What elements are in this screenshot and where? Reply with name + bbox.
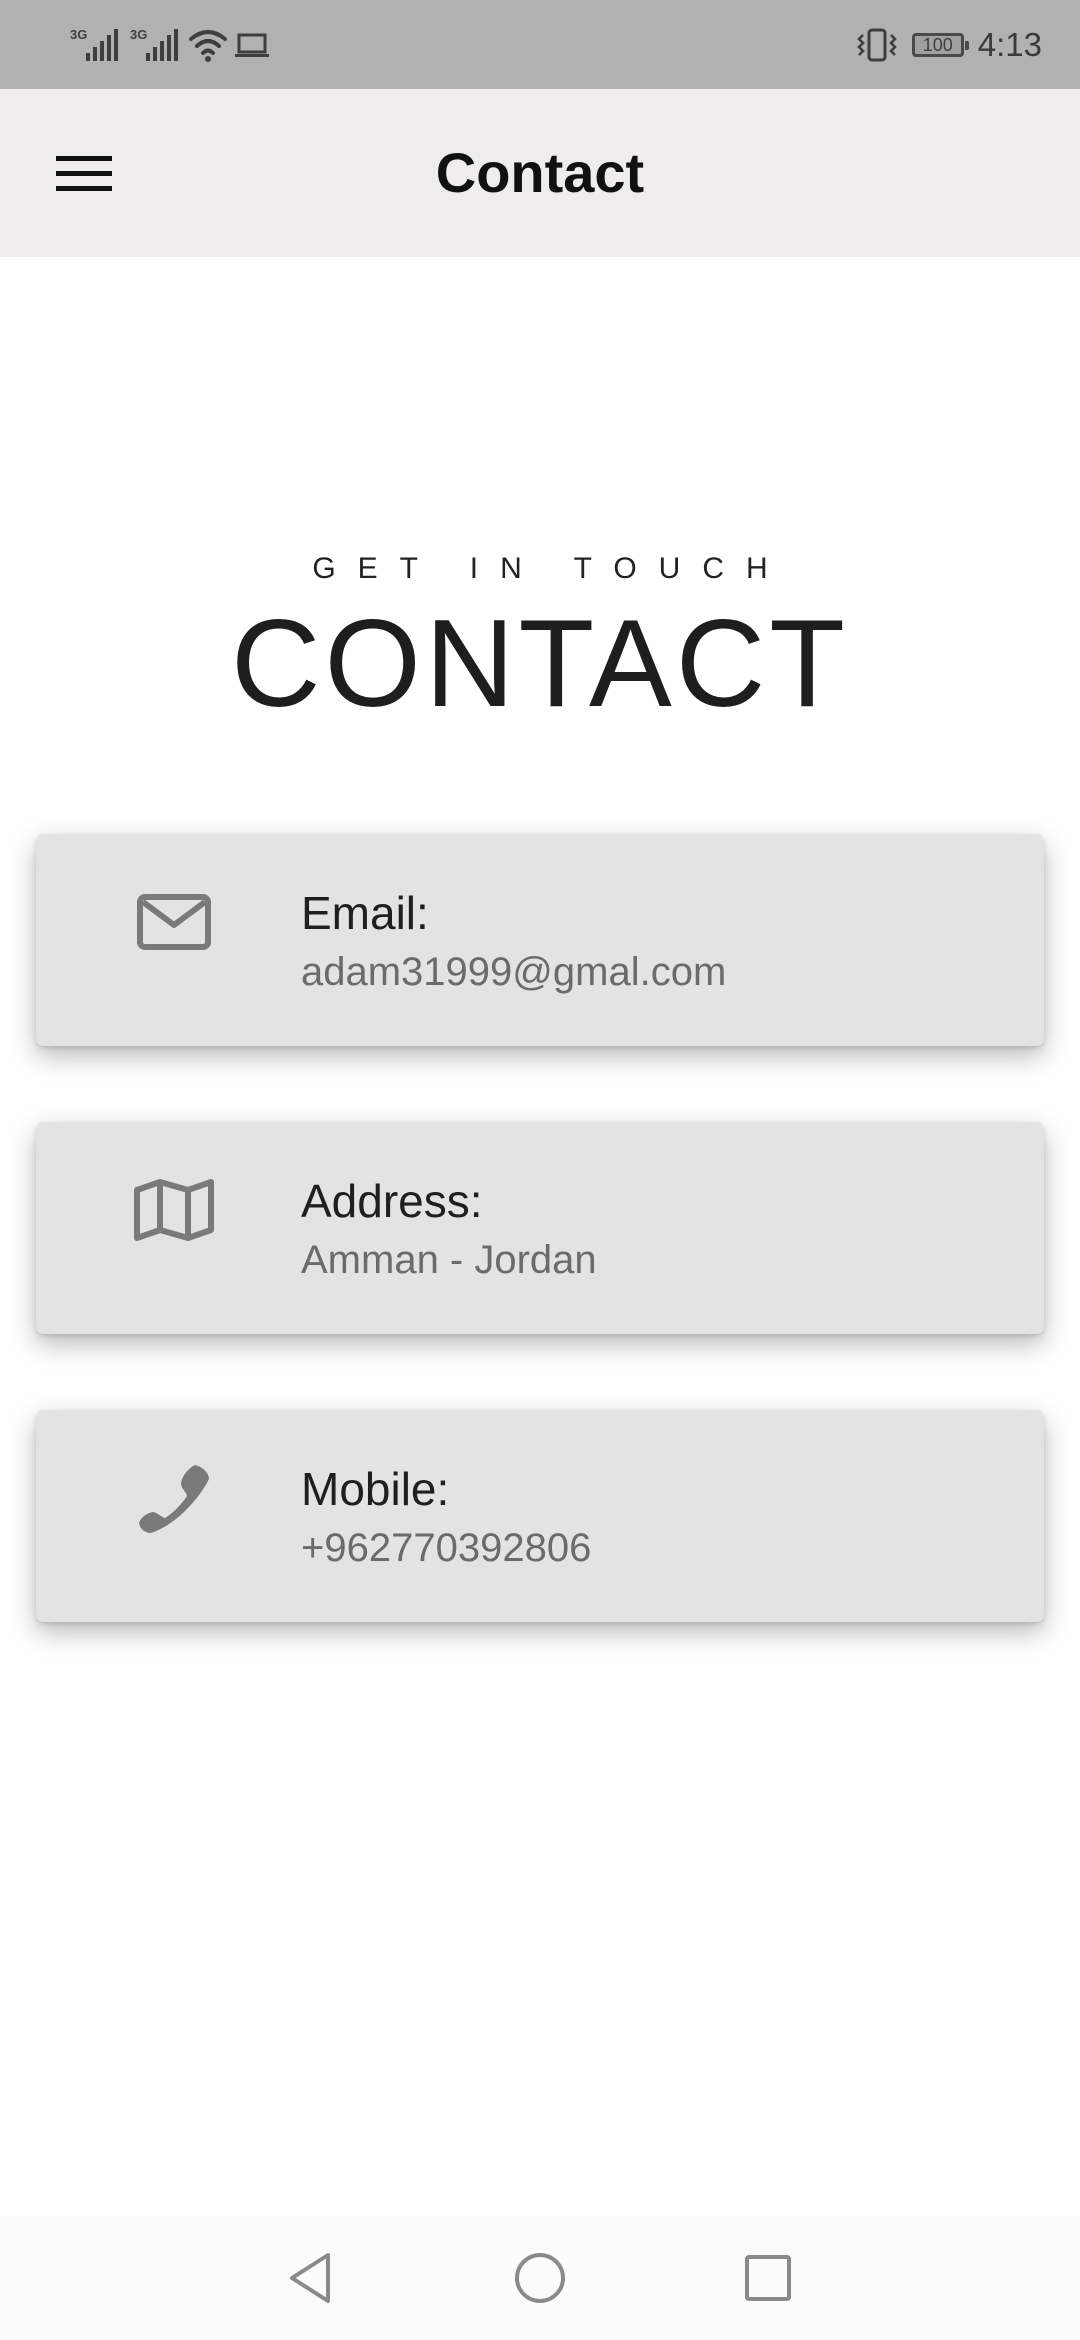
address-card[interactable]: Address: Amman - Jordan xyxy=(36,1122,1044,1334)
email-value[interactable]: adam31999@gmal.com xyxy=(301,950,726,995)
signal2-label: 3G xyxy=(130,27,147,42)
address-label: Address: xyxy=(301,1175,483,1227)
menu-button[interactable] xyxy=(44,139,124,209)
signal-3g-icon: 3G xyxy=(130,27,178,61)
back-button[interactable] xyxy=(278,2246,342,2310)
signal-3g-icon: 3G xyxy=(70,27,118,61)
home-circle-icon xyxy=(515,2253,565,2303)
home-button[interactable] xyxy=(508,2246,572,2310)
laptop-icon xyxy=(235,33,269,57)
email-label: Email: xyxy=(301,887,429,939)
status-time: 4:13 xyxy=(977,26,1042,63)
email-card[interactable]: Email: adam31999@gmal.com xyxy=(36,834,1044,1046)
mobile-card[interactable]: Mobile: +962770392806 xyxy=(36,1410,1044,1622)
envelope-icon xyxy=(128,886,220,958)
mobile-label: Mobile: xyxy=(301,1463,450,1515)
app-bar: Contact xyxy=(0,89,1080,257)
back-triangle-icon xyxy=(290,2253,330,2303)
mobile-value[interactable]: +962770392806 xyxy=(301,1526,591,1571)
section-heading: CONTACT xyxy=(230,595,850,733)
recents-button[interactable] xyxy=(736,2246,800,2310)
wifi-icon xyxy=(189,30,227,62)
status-icons-left: 3G 3G xyxy=(68,22,270,68)
system-nav-bar xyxy=(0,2216,1080,2340)
status-bar: 3G 3G 100 4:13 xyxy=(0,0,1080,89)
recents-square-icon xyxy=(745,2255,791,2301)
section-eyebrow: GET IN TOUCH xyxy=(312,552,790,585)
address-value[interactable]: Amman - Jordan xyxy=(301,1238,597,1283)
status-icons-right: 100 4:13 xyxy=(856,22,1042,68)
app-bar-title: Contact xyxy=(435,141,645,204)
battery-indicator: 100 xyxy=(911,33,969,57)
hamburger-menu-icon xyxy=(56,156,112,191)
phone-icon xyxy=(128,1462,220,1534)
vibrate-icon xyxy=(856,28,897,62)
map-icon xyxy=(128,1174,220,1246)
signal1-label: 3G xyxy=(70,27,87,42)
